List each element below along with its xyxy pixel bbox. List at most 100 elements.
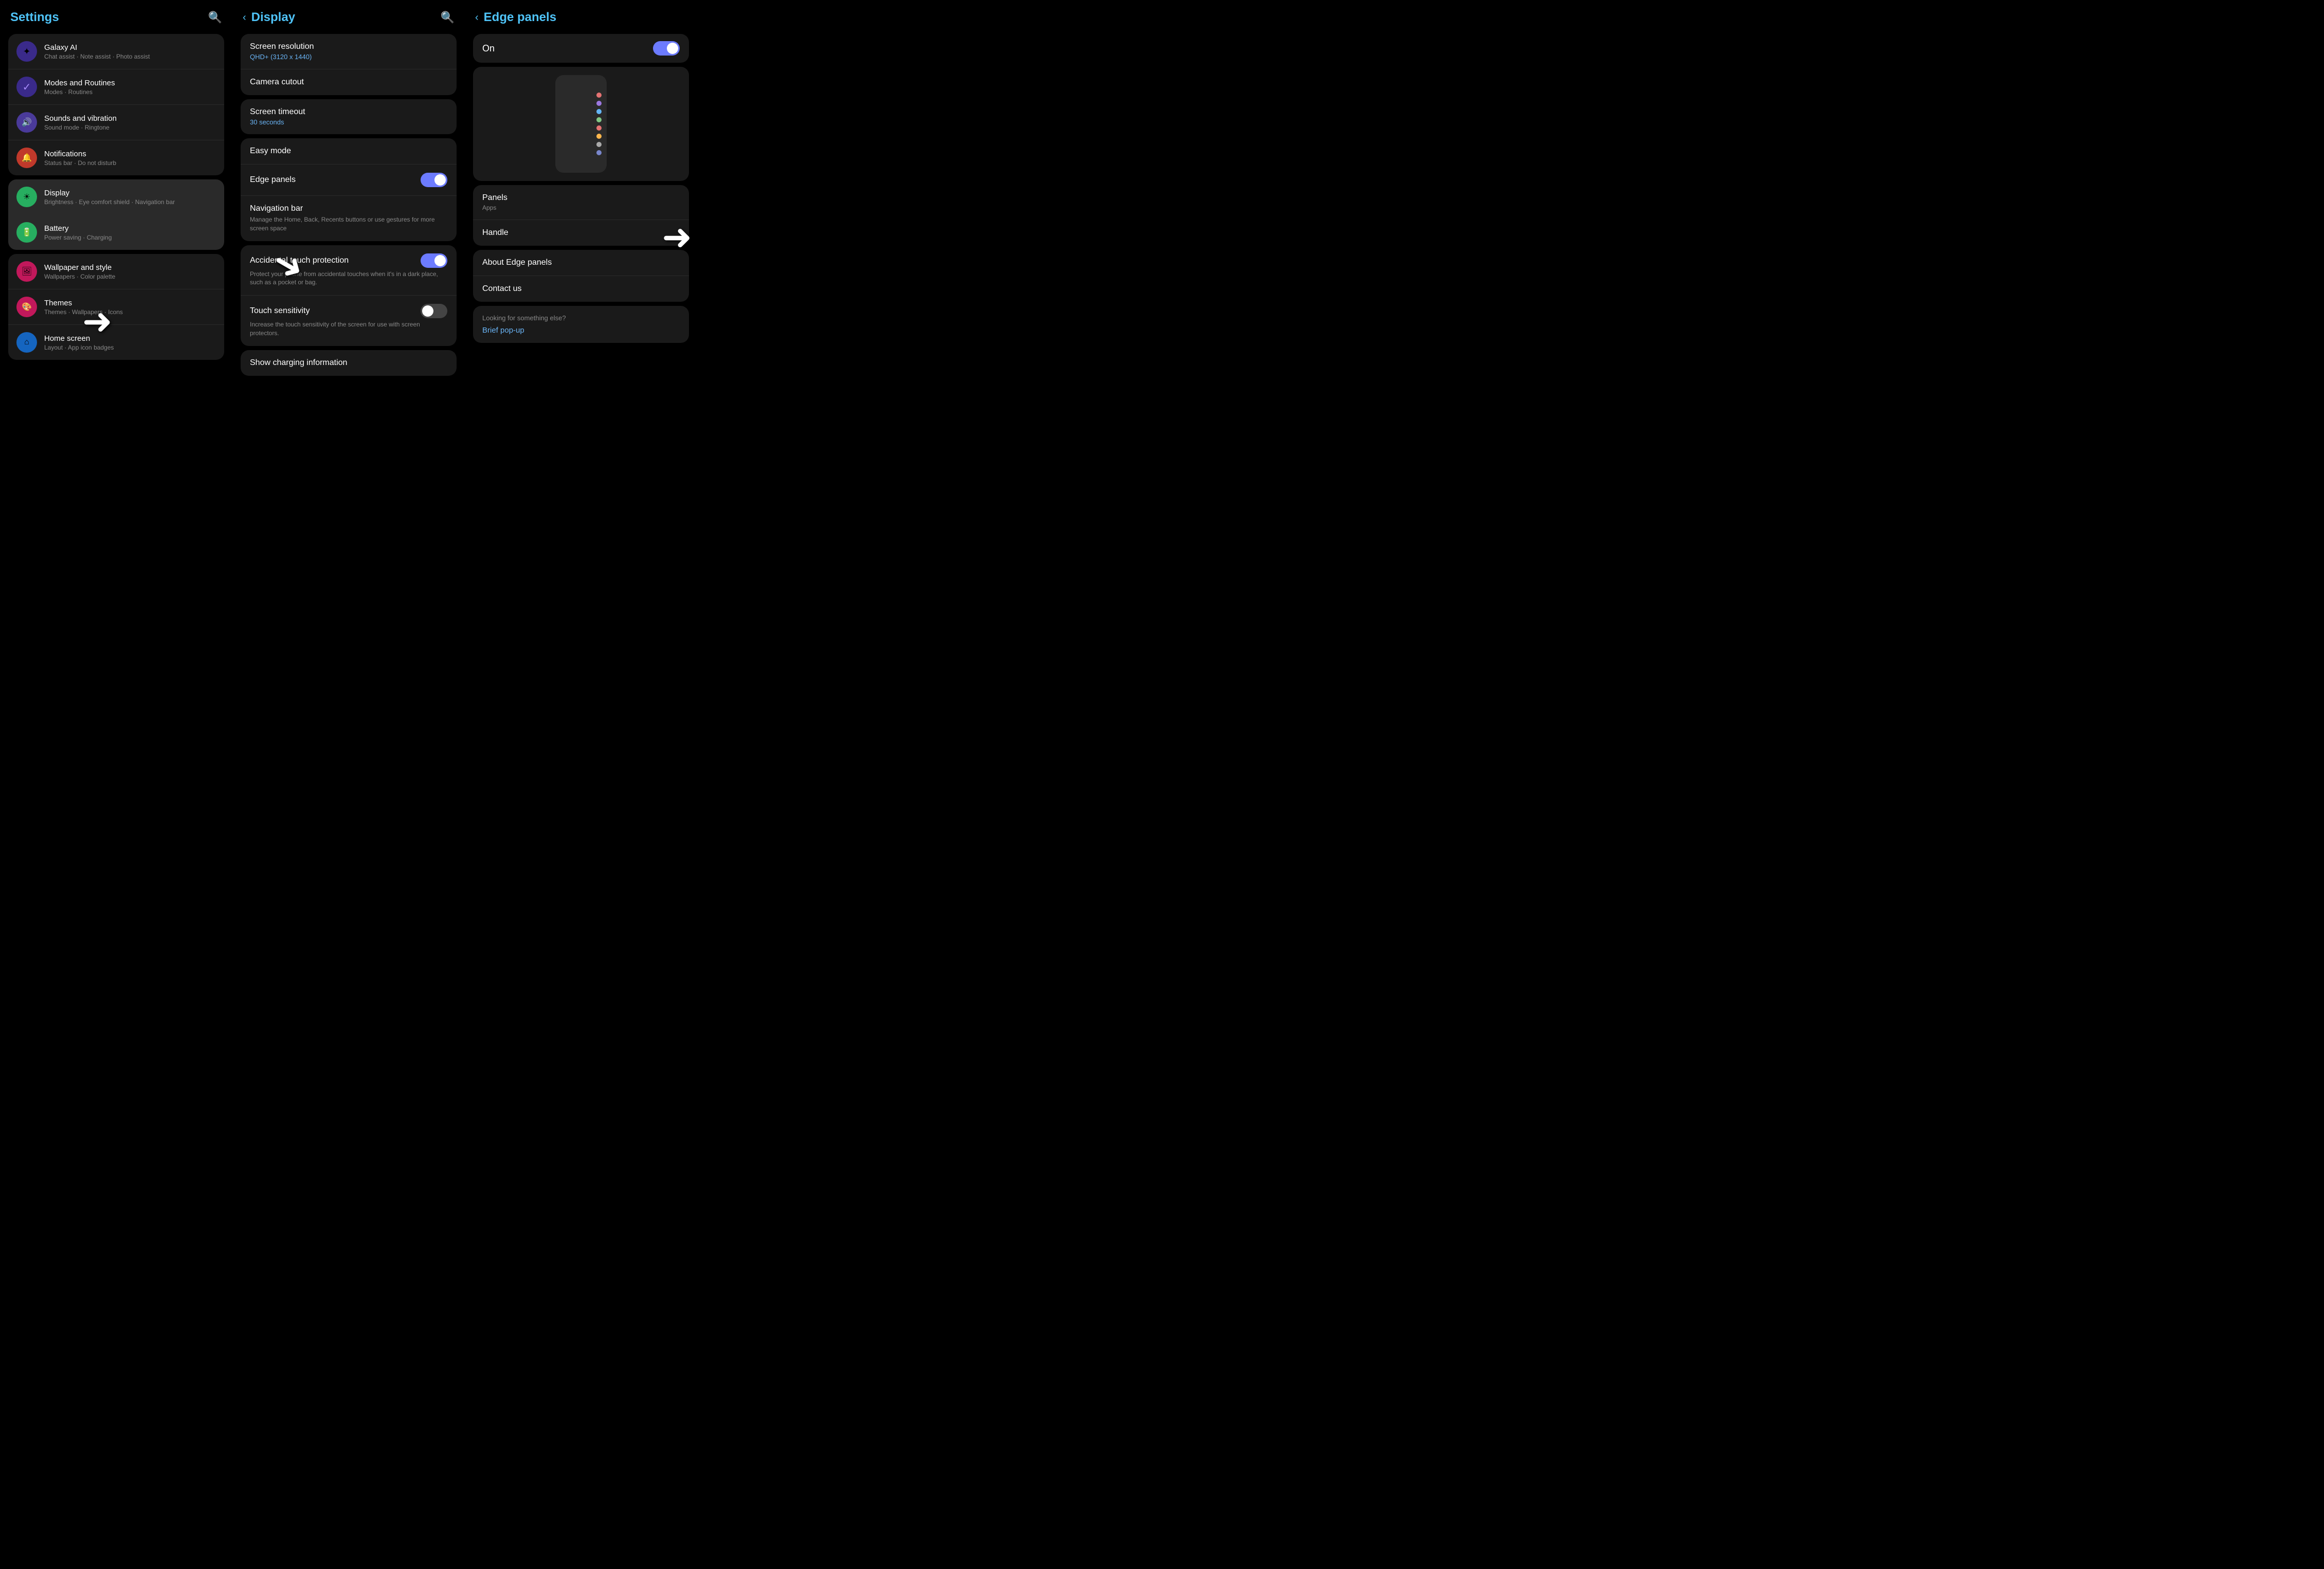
edge-item-contact[interactable]: Contact us (473, 276, 689, 302)
sidebar-item-modes[interactable]: ✓ Modes and Routines Modes · Routines (8, 69, 224, 105)
touch-sensitivity-desc: Increase the touch sensitivity of the sc… (250, 320, 447, 338)
modes-text: Modes and Routines Modes · Routines (44, 79, 216, 96)
edge-panels-title: Edge panels (484, 10, 556, 25)
settings-panel: Settings 🔍 ✦ Galaxy AI Chat assist · Not… (0, 0, 232, 471)
display-item-camera-cutout[interactable]: Camera cutout (241, 69, 457, 95)
edge-item-handle[interactable]: Handle (473, 220, 689, 246)
sounds-text: Sounds and vibration Sound mode · Ringto… (44, 114, 216, 131)
themes-title: Themes (44, 299, 216, 307)
display-item-touch-sensitivity[interactable]: Touch sensitivity Increase the touch sen… (241, 296, 457, 346)
home-title: Home screen (44, 334, 216, 343)
touch-sensitivity-row: Touch sensitivity (250, 304, 447, 318)
display-card-2: Screen timeout 30 seconds (241, 99, 457, 134)
accidental-desc: Protect your phone from accidental touch… (250, 270, 447, 287)
dot-4 (596, 117, 602, 122)
wallpaper-text: Wallpaper and style Wallpapers · Color p… (44, 263, 216, 280)
edge-panels-item-title: Panels (482, 193, 680, 203)
edge-phone-mock (555, 75, 607, 173)
display-item-accidental[interactable]: Accidental touch protection Protect your… (241, 245, 457, 296)
dot-6 (596, 134, 602, 139)
edge-list-card-2: About Edge panels Contact us (473, 250, 689, 302)
edge-panels-back-button[interactable]: ‹ (475, 12, 479, 24)
edge-panels-item-sub: Apps (482, 204, 680, 211)
edge-on-label: On (482, 43, 495, 54)
edge-panels-title: Edge panels (250, 175, 296, 185)
sidebar-item-home[interactable]: ⌂ Home screen Layout · App icon badges (8, 325, 224, 360)
sidebar-item-wallpaper[interactable]: 🖼 Wallpaper and style Wallpapers · Color… (8, 254, 224, 289)
display-icon: ☀ (16, 187, 37, 207)
settings-card-3: 🖼 Wallpaper and style Wallpapers · Color… (8, 254, 224, 360)
dot-5 (596, 125, 602, 131)
touch-sensitivity-toggle[interactable] (421, 304, 447, 318)
wallpaper-title: Wallpaper and style (44, 263, 216, 272)
dot-7 (596, 142, 602, 147)
sidebar-item-galaxy-ai[interactable]: ✦ Galaxy AI Chat assist · Note assist · … (8, 34, 224, 69)
display-subtitle: Brightness · Eye comfort shield · Naviga… (44, 198, 216, 206)
navigation-title: Navigation bar (250, 204, 447, 213)
edge-on-row: On (473, 34, 689, 63)
settings-title: Settings (10, 10, 59, 25)
sidebar-item-sounds[interactable]: 🔊 Sounds and vibration Sound mode · Ring… (8, 105, 224, 140)
display-title: Display (251, 10, 295, 25)
modes-icon: ✓ (16, 77, 37, 97)
sidebar-item-display[interactable]: ☀ Display Brightness · Eye comfort shiel… (8, 179, 224, 215)
display-item-navigation[interactable]: Navigation bar Manage the Home, Back, Re… (241, 196, 457, 241)
display-item-edge-panels[interactable]: Edge panels (241, 165, 457, 196)
looking-label: Looking for something else? (482, 314, 680, 322)
display-item-charging[interactable]: Show charging information (241, 350, 457, 376)
display-back-button[interactable]: ‹ (243, 12, 246, 24)
display-item-easy-mode[interactable]: Easy mode (241, 138, 457, 165)
display-search-button[interactable]: 🔍 (441, 11, 455, 24)
wallpaper-subtitle: Wallpapers · Color palette (44, 273, 216, 280)
accidental-title: Accidental touch protection (250, 256, 349, 265)
galaxy-ai-icon: ✦ (16, 41, 37, 62)
edge-panels-toggle[interactable] (421, 173, 447, 187)
themes-text: Themes Themes · Wallpapers · Icons (44, 299, 216, 316)
about-edge-title: About Edge panels (482, 258, 680, 267)
notifications-text: Notifications Status bar · Do not distur… (44, 150, 216, 167)
navigation-desc: Manage the Home, Back, Recents buttons o… (250, 215, 447, 233)
settings-card-1: ✦ Galaxy AI Chat assist · Note assist · … (8, 34, 224, 175)
display-panel: ‹ Display 🔍 Screen resolution QHD+ (3120… (232, 0, 465, 471)
edge-panels-header-left: ‹ Edge panels (475, 10, 556, 25)
settings-header: Settings 🔍 (8, 10, 224, 25)
edge-item-about[interactable]: About Edge panels (473, 250, 689, 276)
battery-icon: 🔋 (16, 222, 37, 243)
display-card-3: Easy mode Edge panels Navigation bar Man… (241, 138, 457, 241)
sidebar-item-themes[interactable]: 🎨 Themes Themes · Wallpapers · Icons (8, 289, 224, 325)
resolution-subtitle: QHD+ (3120 x 1440) (250, 53, 447, 61)
display-header-left: ‹ Display (243, 10, 295, 25)
sidebar-item-notifications[interactable]: 🔔 Notifications Status bar · Do not dist… (8, 140, 224, 175)
themes-icon: 🎨 (16, 297, 37, 317)
edge-preview (473, 67, 689, 181)
accidental-row: Accidental touch protection (250, 253, 447, 268)
display-card-1: Screen resolution QHD+ (3120 x 1440) Cam… (241, 34, 457, 95)
brief-popup-link[interactable]: Brief pop-up (482, 326, 680, 335)
edge-panels-panel: ‹ Edge panels On (465, 0, 697, 471)
settings-search-button[interactable]: 🔍 (208, 11, 222, 24)
touch-sensitivity-title: Touch sensitivity (250, 306, 310, 316)
home-subtitle: Layout · App icon badges (44, 344, 216, 351)
notifications-title: Notifications (44, 150, 216, 158)
edge-item-panels[interactable]: Panels Apps (473, 185, 689, 220)
notifications-icon: 🔔 (16, 148, 37, 168)
sounds-icon: 🔊 (16, 112, 37, 133)
display-item-timeout[interactable]: Screen timeout 30 seconds (241, 99, 457, 134)
modes-subtitle: Modes · Routines (44, 88, 216, 96)
touch-sensitivity-knob (422, 305, 433, 317)
display-text: Display Brightness · Eye comfort shield … (44, 189, 216, 206)
sidebar-item-battery[interactable]: 🔋 Battery Power saving · Charging (8, 215, 224, 250)
display-item-resolution[interactable]: Screen resolution QHD+ (3120 x 1440) (241, 34, 457, 69)
edge-on-toggle[interactable] (653, 41, 680, 56)
home-text: Home screen Layout · App icon badges (44, 334, 216, 351)
edge-handle-title: Handle (482, 228, 680, 238)
galaxy-ai-title: Galaxy AI (44, 43, 216, 52)
themes-subtitle: Themes · Wallpapers · Icons (44, 308, 216, 316)
settings-card-2: ☀ Display Brightness · Eye comfort shiel… (8, 179, 224, 250)
easy-mode-title: Easy mode (250, 147, 447, 156)
edge-panels-row: Edge panels (250, 173, 447, 187)
sounds-title: Sounds and vibration (44, 114, 216, 123)
dot-8 (596, 150, 602, 155)
accidental-toggle[interactable] (421, 253, 447, 268)
edge-list-card-1: Panels Apps Handle (473, 185, 689, 246)
